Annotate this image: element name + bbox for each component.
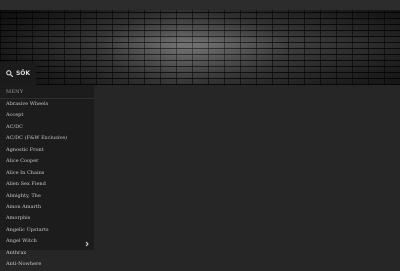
chevron-right-icon[interactable] [84, 241, 90, 247]
artist-link[interactable]: Abrasive Wheels [0, 99, 94, 110]
search-button[interactable]: SÖK [0, 62, 36, 85]
artist-link[interactable]: Alice In Chains [0, 168, 94, 179]
artist-link[interactable]: Alice Cooper [0, 156, 94, 167]
top-bar [0, 0, 400, 10]
artist-link[interactable]: AC/DC [0, 122, 94, 133]
sidebar-heading: MENY [6, 89, 24, 95]
artist-link[interactable]: Amon Amarth [0, 202, 94, 213]
artist-link[interactable]: Almighty, The [0, 191, 94, 202]
search-icon [6, 70, 13, 77]
artist-link[interactable]: Accept [0, 110, 94, 121]
artist-link[interactable]: AC/DC (F&W Exclusive) [0, 133, 94, 144]
artist-link[interactable]: Amorphis [0, 213, 94, 224]
artist-link[interactable]: Anthrax [0, 248, 94, 259]
artist-link[interactable]: Anti-Nowhere [0, 259, 94, 270]
artist-sidebar: MENY Abrasive Wheels Accept AC/DC AC/DC … [0, 85, 94, 267]
artist-link[interactable]: Alien Sex Fiend [0, 179, 94, 190]
artist-link[interactable]: Agnostic Front [0, 145, 94, 156]
artist-list: Abrasive Wheels Accept AC/DC AC/DC (F&W … [0, 99, 94, 271]
brick-wall-banner [0, 10, 400, 85]
search-label: SÖK [15, 70, 31, 77]
main-content [94, 85, 400, 250]
artist-link[interactable]: Angel Witch [0, 236, 94, 247]
artist-link[interactable]: Angelic Upstarts [0, 225, 94, 236]
